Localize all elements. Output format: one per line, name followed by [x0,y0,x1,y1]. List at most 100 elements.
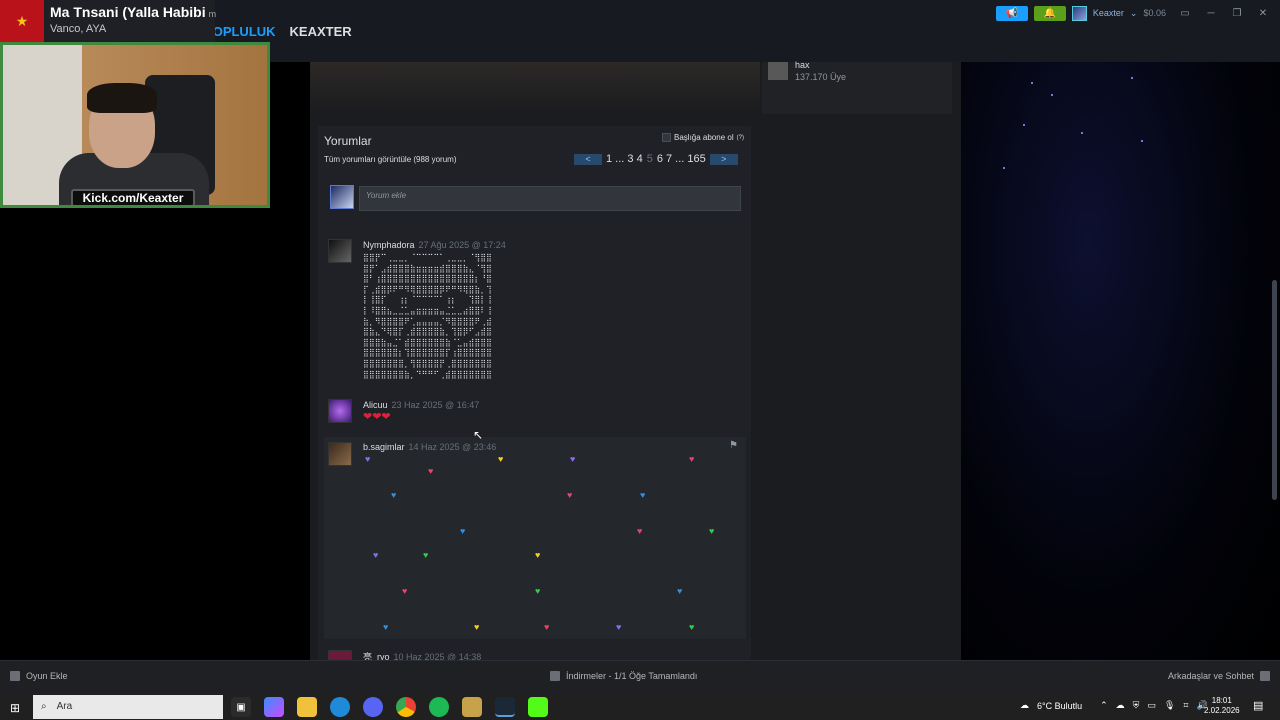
minimize-icon[interactable]: ─ [1204,8,1218,19]
star [1031,82,1033,84]
right-background [961,62,1280,660]
file-explorer-icon[interactable] [297,697,317,717]
comment-avatar[interactable] [328,399,352,423]
taskbar-clock[interactable]: 18:01 2.02.2026 [1204,696,1240,716]
kick-app-icon[interactable] [528,697,548,717]
user-avatar[interactable] [1071,5,1087,21]
task-view-icon[interactable]: ▣ [231,697,251,717]
heart-icon: ♥ [535,586,541,596]
clock-date: 2.02.2026 [1204,706,1240,715]
prev-page-button[interactable]: < [574,153,602,165]
heart-icon: ♥ [640,490,646,500]
flag-emblem-icon: ★ [0,0,44,42]
comments-title: Yorumlar [324,134,372,148]
taskbar-apps: ▣ [231,697,548,717]
heart-icon: ♥ [677,586,683,596]
league-client-icon[interactable] [462,697,482,717]
subscribe-label[interactable]: Başlığa abone ol [674,133,734,142]
nav-profile[interactable]: KEAXTER [290,24,352,39]
taskbar-search[interactable]: ⌕ Ara [33,695,223,719]
page-links-before[interactable]: 1 ... 3 4 [606,153,643,165]
monitor-icon[interactable]: ▭ [1178,8,1192,19]
shield-icon[interactable]: ⛨ [1133,700,1140,711]
heart-icon: ♥ [460,526,466,536]
left-background [0,208,310,660]
search-icon: ⌕ [41,701,47,712]
copilot-icon[interactable] [264,697,284,717]
network-icon[interactable]: ⌗ [1183,700,1188,711]
heart-icon: ♥ [544,622,550,632]
discord-icon[interactable] [363,697,383,717]
add-game-button[interactable]: Oyun Ekle [10,671,68,681]
star [1141,140,1143,142]
tray-overflow-icon[interactable]: ⌃ [1100,700,1108,711]
chrome-icon[interactable] [396,697,416,717]
edge-icon[interactable] [330,697,350,717]
heart-icon: ♥ [689,622,695,632]
webcam-feed: Kick.com/Keaxter [0,42,270,208]
notification-icon[interactable]: ▤ [1253,699,1267,713]
heart-icon: ♥ [373,550,379,560]
restore-icon[interactable]: ❐ [1230,8,1244,19]
heart-icon: ♥ [423,550,429,560]
my-avatar [330,185,354,209]
comment-author[interactable]: Nymphadora [363,240,415,250]
page-links-after[interactable]: 6 7 ... 165 [657,153,706,165]
comment-header: b.sagimlar 14 Haz 2025 @ 23:46 [363,442,496,452]
page-scrollbar[interactable] [1272,280,1277,500]
heart-icon: ♥ [474,622,480,632]
comment-author[interactable]: b.sagimlar [363,442,405,452]
account-name[interactable]: Keaxter [1093,8,1124,18]
clock-time: 18:01 [1211,696,1232,705]
song-artist: Vanco, AYA [50,23,107,35]
plus-icon [10,671,20,681]
close-icon[interactable]: ✕ [1256,8,1270,19]
downloads-status[interactable]: İndirmeler - 1/1 Öğe Tamamlandı [550,671,697,681]
comment-header: Alicuu 23 Haz 2025 @ 16:47 [363,400,479,410]
song-title: Ma Tnsani (Yalla Habibi m [50,4,217,20]
comment-author[interactable]: Alicuu [363,400,388,410]
star [1081,132,1083,134]
comment-avatar[interactable] [328,442,352,466]
comment-time: 14 Haz 2025 @ 23:46 [408,442,497,452]
star [1003,167,1005,169]
pagination: < 1 ... 3 4 5 6 7 ... 165 > [574,153,738,165]
download-icon [550,671,560,681]
subscribe-toggle[interactable]: Başlığa abone ol (?) [662,133,744,142]
cloud-icon[interactable]: ☁ [1116,700,1125,711]
heart-icon: ♥ [637,526,643,536]
comment-header: Nymphadora 27 Ağu 2025 @ 17:24 [363,240,506,250]
nav-community[interactable]: TOPLULUK [205,24,276,39]
group-card[interactable] [762,62,952,114]
heart-icon: ♥ [570,454,576,464]
chevron-down-icon[interactable]: ⌄ [1130,8,1138,19]
heart-icon: ♥ [383,622,389,632]
spotify-icon[interactable] [429,697,449,717]
bell-icon: 🔔 [1043,7,1057,19]
weather-icon[interactable]: ☁ [1020,700,1029,711]
group-name[interactable]: hax [795,60,810,70]
heart-icon: ♥ [402,586,408,596]
subscribe-checkbox[interactable] [662,133,671,142]
next-page-button[interactable]: > [709,153,738,165]
display-icon[interactable]: ▭ [1147,700,1156,711]
friends-chat-button[interactable]: Arkadaşlar ve Sohbet [1168,671,1270,681]
comment-avatar[interactable] [328,650,352,660]
comment-avatar[interactable] [328,239,352,263]
help-icon[interactable]: (?) [737,135,744,141]
view-all-comments-link[interactable]: Tüm yorumları görüntüle (988 yorum) [324,155,457,164]
weather-text[interactable]: 6°C Bulutlu [1037,701,1082,711]
add-comment-input[interactable]: Yorum ekle [359,186,741,211]
microphone-icon[interactable]: 🎙 [1164,700,1175,711]
star [1131,77,1133,79]
heart-icon: ♥ [498,454,504,464]
flag-icon[interactable]: ⚑ [729,441,741,451]
group-avatar[interactable] [768,62,788,80]
wallet-balance: $0.06 [1143,8,1166,18]
steam-icon[interactable] [495,697,515,717]
windows-start-icon[interactable]: ⊞ [10,701,20,715]
announcements-button[interactable]: 📢 [995,5,1028,21]
heart-icon: ♥ [428,466,434,476]
steam-footer: Oyun Ekle İndirmeler - 1/1 Öğe Tamamland… [0,660,1280,694]
notifications-button[interactable]: 🔔 [1033,5,1066,21]
